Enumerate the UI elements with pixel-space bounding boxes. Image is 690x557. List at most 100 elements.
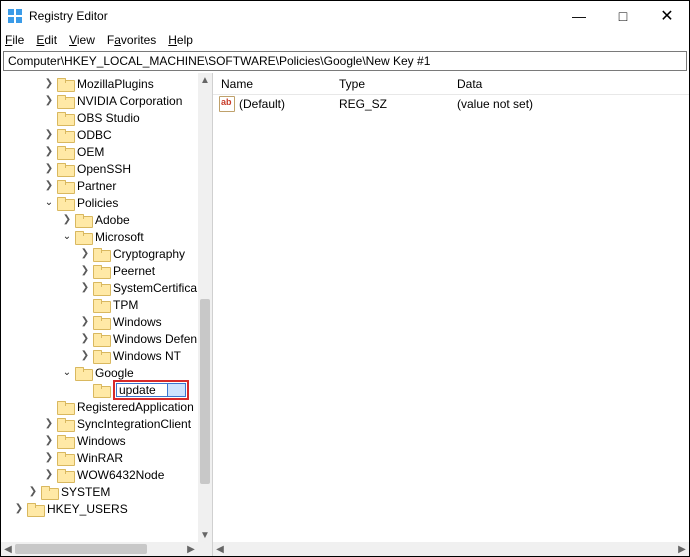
chevron-right-icon[interactable]: ❯ — [43, 95, 55, 107]
chevron-right-icon[interactable]: ❯ — [61, 214, 73, 226]
chevron-right-icon[interactable]: ❯ — [43, 163, 55, 175]
scroll-up-icon[interactable]: ▲ — [198, 73, 212, 87]
chevron-right-icon[interactable]: ❯ — [43, 180, 55, 192]
chevron-right-icon[interactable]: ❯ — [79, 265, 91, 277]
tree-label: TPM — [113, 298, 138, 312]
scroll-right-icon[interactable]: ▶ — [675, 542, 689, 556]
tree-item-hkey-users[interactable]: ❯HKEY_USERS — [1, 500, 198, 517]
tree-item-windows-software[interactable]: ❯Windows — [1, 432, 198, 449]
folder-icon — [57, 111, 73, 125]
chevron-right-icon[interactable]: ❯ — [79, 316, 91, 328]
folder-icon — [75, 230, 91, 244]
list-body[interactable]: (Default) REG_SZ (value not set) — [213, 95, 689, 542]
chevron-right-icon[interactable]: ❯ — [27, 486, 39, 498]
tree-item-cryptography[interactable]: ❯ Cryptography — [1, 245, 198, 262]
chevron-right-icon[interactable]: ❯ — [79, 350, 91, 362]
window-title: Registry Editor — [29, 9, 108, 23]
tree-item-new-key-editing[interactable] — [1, 381, 198, 398]
tree-label: Windows NT — [113, 349, 181, 363]
folder-icon — [57, 400, 73, 414]
scroll-left-icon[interactable]: ◀ — [213, 542, 227, 556]
folder-icon — [57, 162, 73, 176]
chevron-down-icon[interactable]: ⌄ — [43, 197, 55, 209]
menu-help[interactable]: Help — [168, 33, 193, 47]
scroll-thumb[interactable] — [15, 544, 147, 554]
tree[interactable]: ❯MozillaPlugins ❯ NVIDIA Corporation OBS … — [1, 73, 198, 542]
chevron-right-icon[interactable]: ❯ — [43, 452, 55, 464]
scroll-thumb[interactable] — [200, 299, 210, 484]
tree-item-oem[interactable]: ❯OEM — [1, 143, 198, 160]
tree-item-partner[interactable]: ❯Partner — [1, 177, 198, 194]
tree-item-windows-defender[interactable]: ❯Windows Defen — [1, 330, 198, 347]
close-button[interactable]: ✕ — [645, 1, 689, 31]
chevron-right-icon[interactable]: ❯ — [79, 282, 91, 294]
tree-item-nvidia[interactable]: ❯ NVIDIA Corporation — [1, 92, 198, 109]
tree-item-obs[interactable]: OBS Studio — [1, 109, 198, 126]
scroll-track[interactable] — [15, 542, 184, 556]
window-controls: — □ ✕ — [557, 1, 689, 31]
tree-vertical-scrollbar[interactable]: ▲ ▼ — [198, 73, 212, 542]
address-bar[interactable]: Computer\HKEY_LOCAL_MACHINE\SOFTWARE\Pol… — [3, 51, 687, 71]
scroll-left-icon[interactable]: ◀ — [1, 542, 15, 556]
menu-view[interactable]: View — [69, 33, 95, 47]
list-pane: Name Type Data (Default) REG_SZ (value n… — [213, 73, 689, 556]
tree-item-syncintegrationclients[interactable]: ❯ SyncIntegrationClient — [1, 415, 198, 432]
folder-icon — [57, 179, 73, 193]
tree-item-tpm[interactable]: TPM — [1, 296, 198, 313]
tree-horizontal-scrollbar[interactable]: ◀ ▶ — [1, 542, 212, 556]
maximize-button[interactable]: □ — [601, 1, 645, 31]
tree-item-wow6432node[interactable]: ❯WOW6432Node — [1, 466, 198, 483]
folder-icon — [57, 417, 73, 431]
chevron-right-icon[interactable]: ❯ — [79, 248, 91, 260]
rename-selection — [168, 383, 186, 397]
tree-item-openssh[interactable]: ❯OpenSSH — [1, 160, 198, 177]
scroll-thumb[interactable] — [227, 544, 675, 554]
tree-item-systemcertificates[interactable]: ❯SystemCertifica — [1, 279, 198, 296]
chevron-right-icon[interactable]: ❯ — [43, 469, 55, 481]
tree-item-odbc[interactable]: ❯ODBC — [1, 126, 198, 143]
scroll-track[interactable] — [227, 542, 675, 556]
tree-item-winrar[interactable]: ❯ WinRAR — [1, 449, 198, 466]
scroll-down-icon[interactable]: ▼ — [198, 528, 212, 542]
list-row[interactable]: (Default) REG_SZ (value not set) — [213, 95, 689, 113]
chevron-right-icon[interactable]: ❯ — [43, 78, 55, 90]
tree-item-mozillaplugins[interactable]: ❯MozillaPlugins — [1, 75, 198, 92]
chevron-right-icon[interactable]: ❯ — [79, 333, 91, 345]
menu-file[interactable]: File — [5, 33, 24, 47]
tree-item-google[interactable]: ⌄Google — [1, 364, 198, 381]
tree-label: NVIDIA Corporation — [77, 94, 182, 108]
tree-item-windows[interactable]: ❯Windows — [1, 313, 198, 330]
list-horizontal-scrollbar[interactable]: ◀ ▶ — [213, 542, 689, 556]
tree-item-system[interactable]: ❯SYSTEM — [1, 483, 198, 500]
rename-input[interactable] — [116, 383, 168, 397]
menu-favorites[interactable]: Favorites — [107, 33, 156, 47]
tree-label: Cryptography — [113, 247, 185, 261]
tree-label: WinRAR — [77, 451, 123, 465]
tree-item-policies[interactable]: ⌄Policies — [1, 194, 198, 211]
minimize-button[interactable]: — — [557, 1, 601, 31]
chevron-right-icon[interactable]: ❯ — [43, 435, 55, 447]
chevron-right-icon[interactable]: ❯ — [43, 418, 55, 430]
chevron-right-icon[interactable]: ❯ — [43, 129, 55, 141]
folder-icon — [93, 315, 109, 329]
column-header-type[interactable]: Type — [331, 74, 449, 94]
tree-item-peernet[interactable]: ❯Peernet — [1, 262, 198, 279]
column-header-name[interactable]: Name — [213, 74, 331, 94]
column-header-data[interactable]: Data — [449, 74, 689, 94]
folder-icon — [57, 94, 73, 108]
menu-edit[interactable]: Edit — [36, 33, 57, 47]
tree-label: Microsoft — [95, 230, 144, 244]
tree-item-microsoft[interactable]: ⌄ Microsoft — [1, 228, 198, 245]
scroll-track[interactable] — [198, 87, 212, 528]
scroll-corner — [198, 542, 212, 556]
chevron-right-icon[interactable]: ❯ — [43, 146, 55, 158]
tree-item-adobe[interactable]: ❯Adobe — [1, 211, 198, 228]
value-name-cell: (Default) — [213, 96, 331, 112]
chevron-down-icon[interactable]: ⌄ — [61, 231, 73, 243]
tree-item-registeredapplications[interactable]: RegisteredApplication — [1, 398, 198, 415]
tree-item-windows-nt[interactable]: ❯ Windows NT — [1, 347, 198, 364]
scroll-right-icon[interactable]: ▶ — [184, 542, 198, 556]
chevron-right-icon[interactable]: ❯ — [13, 503, 25, 515]
chevron-down-icon[interactable]: ⌄ — [61, 367, 73, 379]
tree-label: SyncIntegrationClient — [77, 417, 191, 431]
